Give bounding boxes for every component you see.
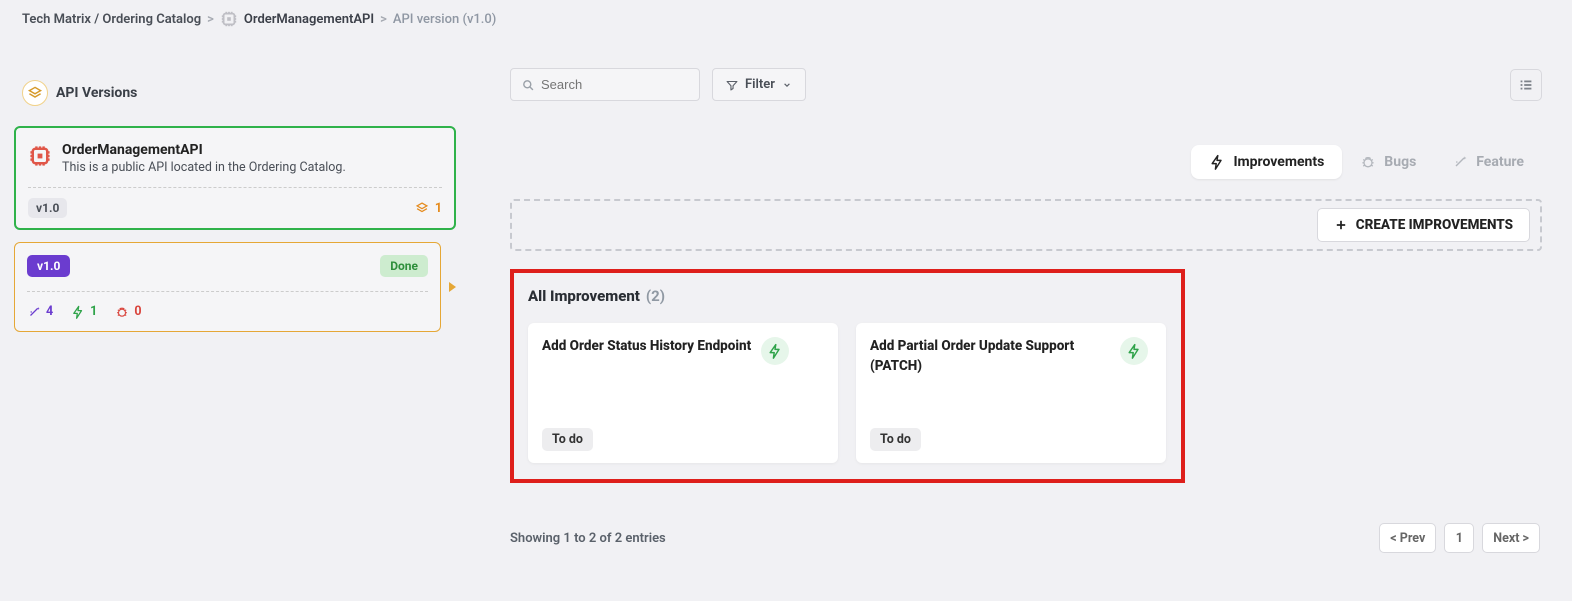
dropzone[interactable]: CREATE IMPROVEMENTS: [510, 199, 1542, 251]
pager: < Prev 1 Next >: [1379, 523, 1540, 553]
version-stats: 4 1 0: [27, 304, 428, 319]
pager-page[interactable]: 1: [1444, 523, 1474, 553]
search-input[interactable]: [510, 68, 700, 101]
footer: Showing 1 to 2 of 2 entries < Prev 1 Nex…: [510, 523, 1542, 553]
chevron-right-icon: >: [207, 12, 214, 27]
card-footer: To do: [542, 406, 824, 451]
breadcrumb: Tech Matrix / Ordering Catalog > OrderMa…: [0, 0, 1572, 38]
layout: API Versions OrderManagementAPI This is …: [0, 38, 1572, 599]
version-row: v1.0 Done 4 1 0: [14, 242, 456, 332]
pager-next[interactable]: Next >: [1482, 523, 1540, 553]
view-list-button[interactable]: [1510, 69, 1542, 101]
stat-features-value: 4: [46, 304, 53, 319]
layers-icon: [22, 80, 48, 106]
api-description: This is a public API located in the Orde…: [62, 160, 346, 175]
filter-button[interactable]: Filter: [712, 68, 806, 101]
caret-right-icon: [449, 282, 456, 292]
card-head: Add Partial Order Update Support (PATCH): [870, 337, 1152, 376]
api-card-head: OrderManagementAPI This is a public API …: [28, 142, 442, 175]
improvement-card[interactable]: Add Partial Order Update Support (PATCH)…: [856, 323, 1166, 463]
showing-text: Showing 1 to 2 of 2 entries: [510, 531, 666, 546]
main: Filter Improvements Bugs: [470, 38, 1572, 599]
stat-features: 4: [27, 304, 53, 319]
version-card[interactable]: v1.0 Done 4 1 0: [14, 242, 441, 332]
card-head: Add Order Status History Endpoint: [542, 337, 824, 365]
divider: [28, 187, 442, 188]
tabs: Improvements Bugs Feature: [1191, 145, 1542, 179]
tab-improvements-label: Improvements: [1233, 154, 1324, 170]
plus-icon: [1334, 218, 1348, 232]
create-label: CREATE IMPROVEMENTS: [1356, 217, 1513, 233]
status-badge: To do: [870, 428, 921, 451]
section-title: API Versions: [56, 85, 137, 101]
version-pill: v1.0: [28, 198, 67, 218]
api-card[interactable]: OrderManagementAPI This is a public API …: [14, 126, 456, 230]
chevron-down-icon: [781, 79, 793, 91]
bug-icon: [1360, 154, 1376, 170]
status-badge: To do: [542, 428, 593, 451]
highlight-zone: All Improvement (2) Add Order Status His…: [510, 269, 1185, 483]
stat-improvements: 1: [71, 304, 97, 319]
section-header: API Versions: [22, 80, 456, 106]
version-count: 1: [415, 201, 442, 216]
list-title-text: All Improvement: [528, 287, 640, 305]
breadcrumb-version: API version (v1.0): [393, 12, 497, 27]
version-pill-primary: v1.0: [27, 255, 70, 277]
card-title: Add Order Status History Endpoint: [542, 337, 751, 357]
stat-bugs-value: 0: [134, 304, 141, 319]
sidebar: API Versions OrderManagementAPI This is …: [0, 38, 470, 599]
tab-bugs-label: Bugs: [1384, 154, 1416, 170]
api-card-footer: v1.0 1: [28, 198, 442, 218]
cards: Add Order Status History Endpoint To do …: [528, 323, 1167, 463]
stat-bugs: 0: [115, 304, 141, 319]
search-field[interactable]: [541, 77, 689, 92]
bolt-icon: [1209, 154, 1225, 170]
tab-improvements[interactable]: Improvements: [1191, 145, 1342, 179]
wand-icon: [1452, 154, 1468, 170]
toolbar: Filter: [510, 68, 1542, 101]
status-badge: Done: [380, 255, 428, 277]
bolt-icon: [761, 337, 789, 365]
version-card-top: v1.0 Done: [27, 255, 428, 277]
bolt-icon: [1120, 337, 1148, 365]
list-title-count: (2): [646, 287, 665, 305]
tab-bugs[interactable]: Bugs: [1342, 145, 1434, 179]
create-improvements-button[interactable]: CREATE IMPROVEMENTS: [1317, 208, 1530, 242]
tabs-wrap: Improvements Bugs Feature: [510, 145, 1542, 179]
version-count-value: 1: [435, 201, 442, 216]
filter-label: Filter: [745, 77, 775, 92]
pager-prev[interactable]: < Prev: [1379, 523, 1436, 553]
chevron-right-icon: >: [380, 12, 387, 27]
card-footer: To do: [870, 406, 1152, 451]
search-icon: [521, 78, 535, 92]
breadcrumb-path[interactable]: Tech Matrix / Ordering Catalog: [22, 12, 201, 27]
list-title: All Improvement (2): [528, 287, 1167, 305]
divider: [27, 291, 428, 292]
breadcrumb-api[interactable]: OrderManagementAPI: [244, 12, 374, 27]
stat-improvements-value: 1: [90, 304, 97, 319]
card-title: Add Partial Order Update Support (PATCH): [870, 337, 1110, 376]
chip-icon: [220, 10, 238, 28]
tab-feature[interactable]: Feature: [1434, 145, 1542, 179]
chip-icon: [28, 144, 52, 168]
filter-icon: [725, 78, 739, 92]
api-title: OrderManagementAPI: [62, 142, 346, 158]
improvement-card[interactable]: Add Order Status History Endpoint To do: [528, 323, 838, 463]
tab-feature-label: Feature: [1476, 154, 1524, 170]
